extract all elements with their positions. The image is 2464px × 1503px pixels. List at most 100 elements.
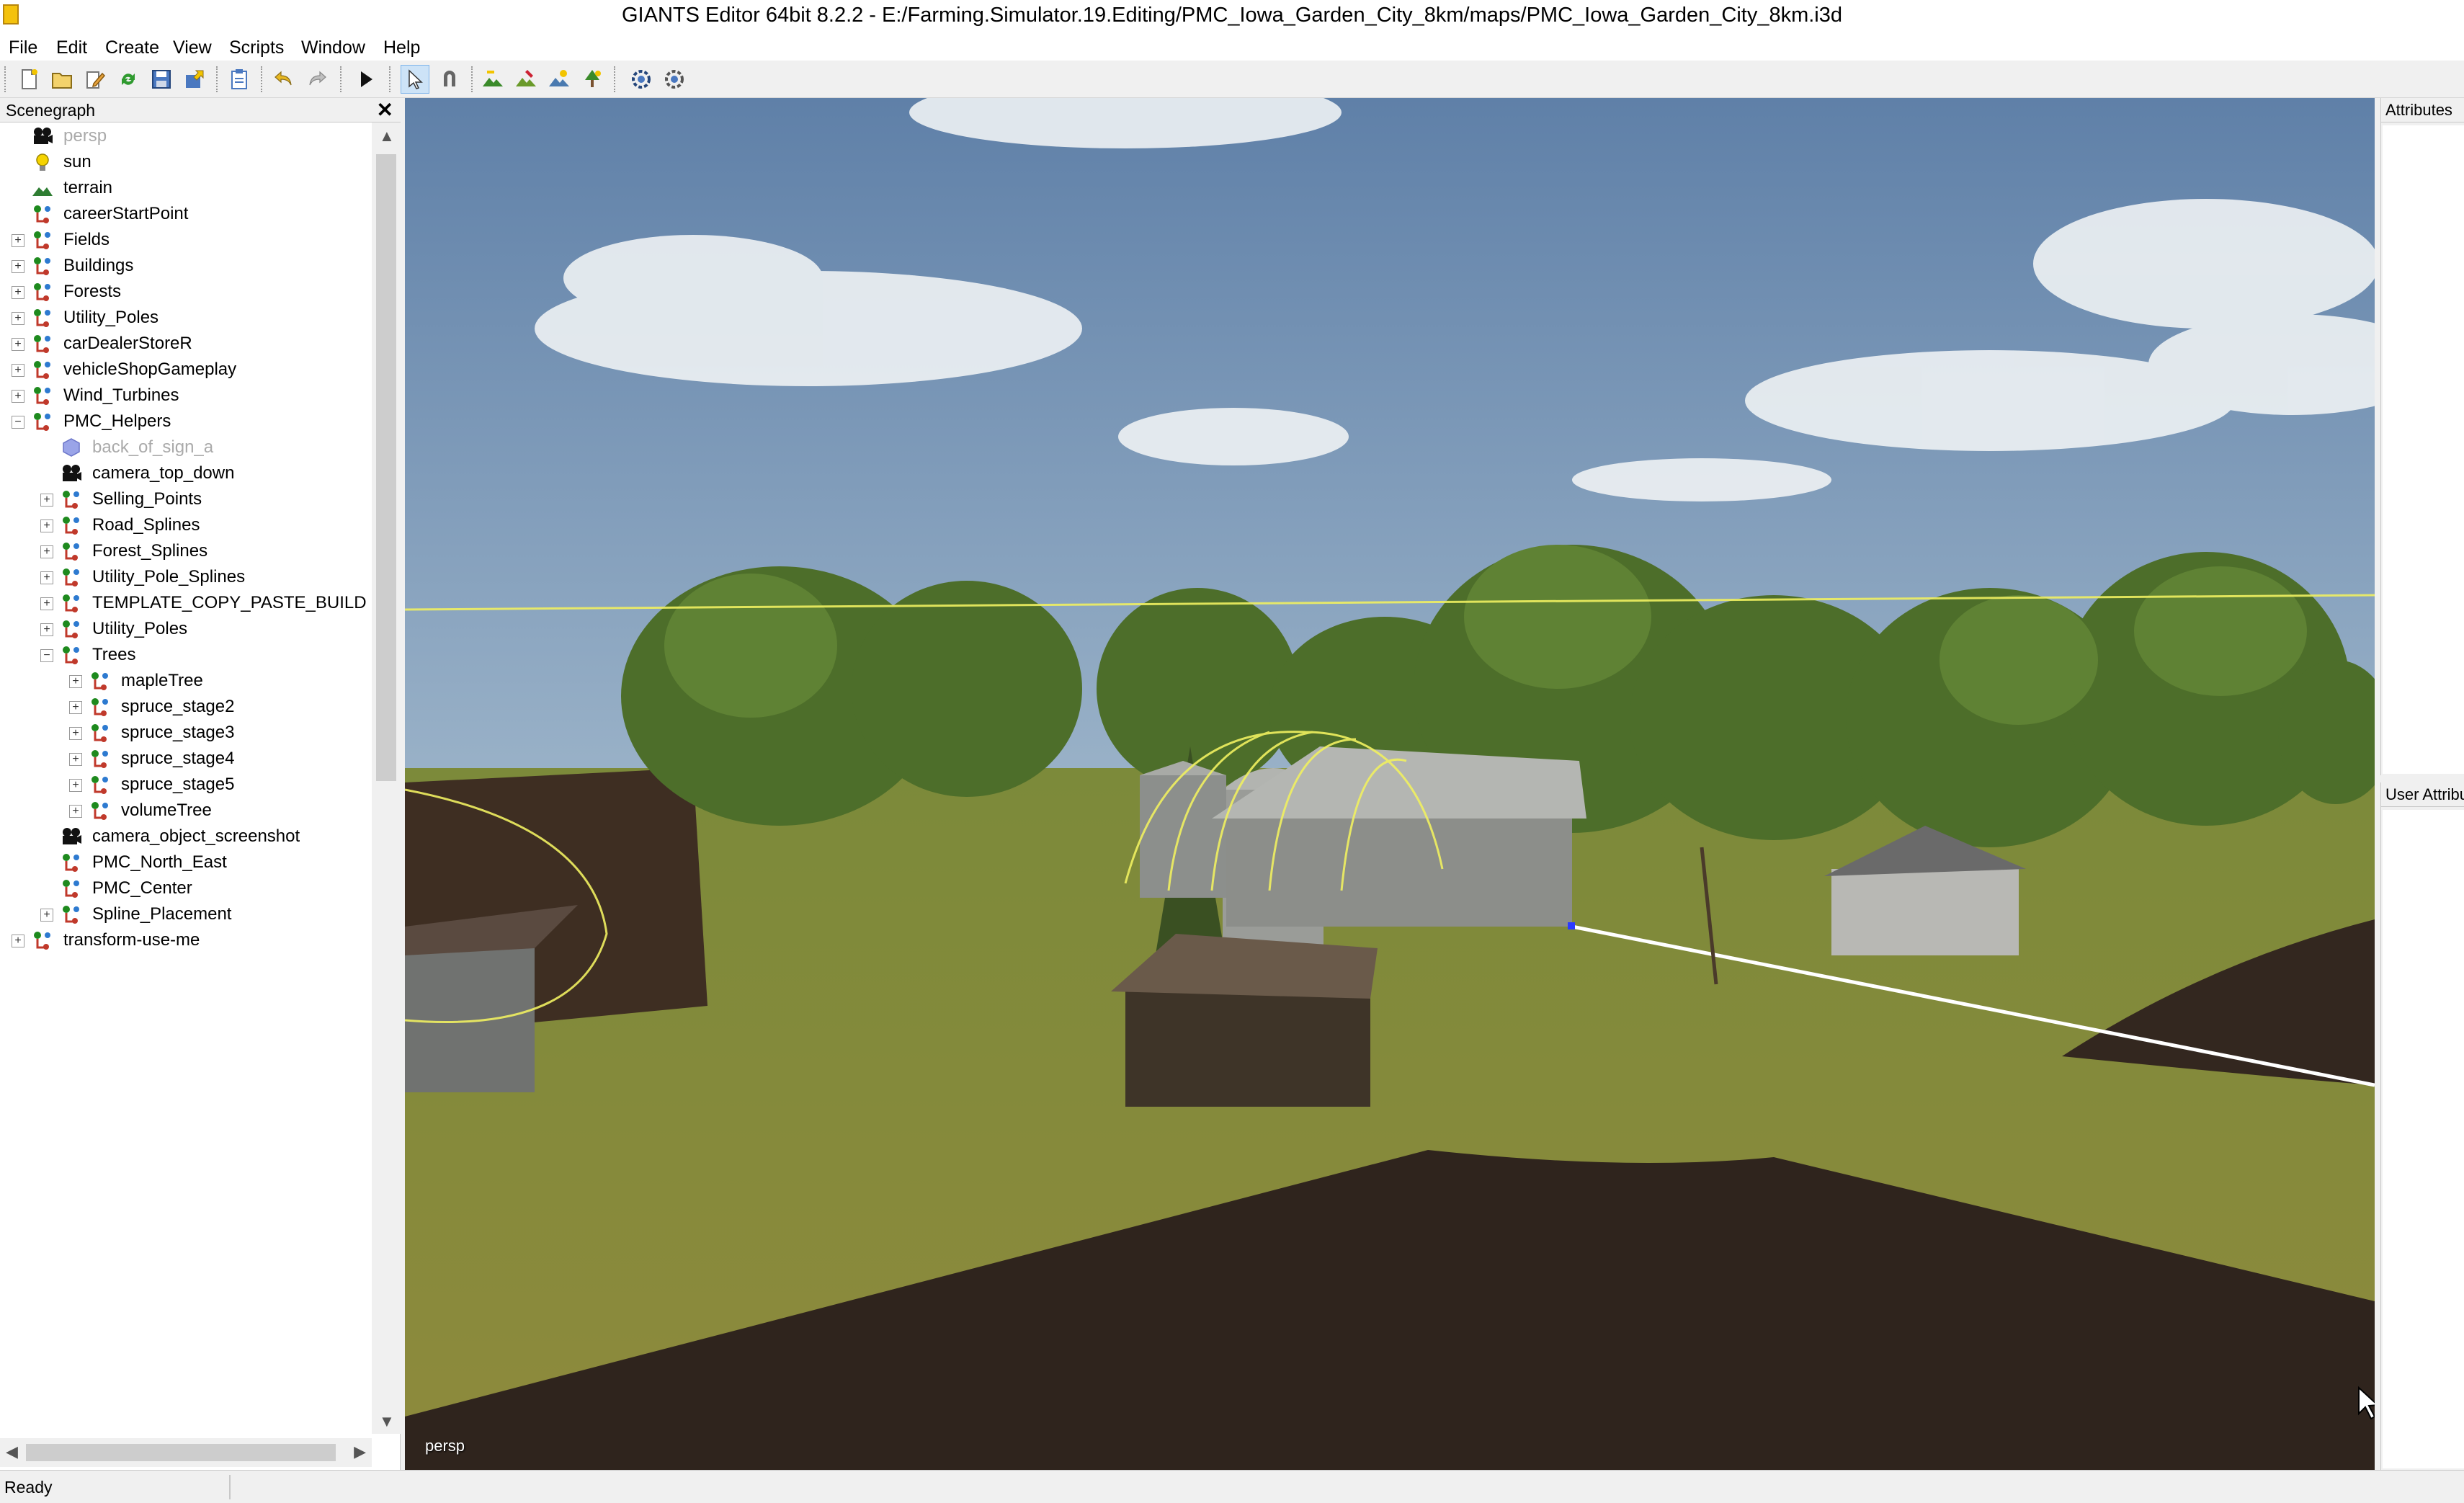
attributes-title[interactable]: Attributes (2381, 98, 2464, 122)
status-divider (229, 1475, 231, 1499)
tree-vertical-scrollbar[interactable]: ▲ ▼ (372, 122, 401, 1434)
expand-icon[interactable]: + (69, 727, 82, 740)
tree-node-label: mapleTree (121, 671, 203, 690)
menu-view[interactable]: View (173, 37, 212, 58)
tree-node-label: Fields (63, 230, 110, 249)
transform-group-icon (32, 229, 53, 251)
camera-icon (61, 463, 82, 484)
window-title: GIANTS Editor 64bit 8.2.2 - E:/Farming.S… (621, 4, 1843, 27)
expand-icon[interactable]: + (12, 935, 24, 947)
transform-group-icon (32, 203, 53, 225)
status-bar: Ready (0, 1470, 2464, 1503)
scroll-up-icon[interactable]: ▲ (379, 127, 395, 146)
menu-window[interactable]: Window (301, 37, 365, 58)
terrain-icon (32, 177, 53, 199)
expand-icon[interactable]: + (40, 519, 53, 532)
expand-icon[interactable]: + (69, 779, 82, 792)
transform-group-icon (32, 359, 53, 380)
transform-group-icon (61, 618, 82, 640)
status-text: Ready (4, 1478, 53, 1497)
tree-node-label: persp (63, 126, 107, 146)
play-icon[interactable] (352, 65, 380, 94)
user-attributes-title[interactable]: User Attributes (2381, 782, 2464, 807)
transform-group-icon (32, 281, 53, 303)
expand-icon[interactable]: + (12, 286, 24, 299)
tree-node-label: Utility_Poles (63, 308, 159, 327)
menu-create[interactable]: Create (105, 37, 159, 58)
menu-scripts[interactable]: Scripts (229, 37, 284, 58)
tree-node-label: careerStartPoint (63, 204, 189, 223)
transform-group-icon (89, 696, 111, 718)
expand-icon[interactable]: + (12, 260, 24, 273)
transform-group-icon (61, 489, 82, 510)
close-icon[interactable]: ✕ (377, 98, 393, 122)
expand-icon[interactable]: + (40, 623, 53, 636)
tree-node-label: spruce_stage2 (121, 697, 235, 716)
scroll-down-icon[interactable]: ▼ (379, 1412, 395, 1431)
tree-node-label: spruce_stage4 (121, 749, 235, 768)
edit-file-icon[interactable] (81, 65, 110, 94)
transform-group-icon (32, 929, 53, 951)
foliage-paint-icon[interactable] (545, 65, 573, 94)
tree-node-label: carDealerStoreR (63, 334, 192, 353)
expand-icon[interactable]: + (40, 909, 53, 922)
transform-group-icon (61, 566, 82, 588)
tree-node-label: PMC_North_East (92, 852, 227, 872)
open-folder-icon[interactable] (48, 65, 76, 94)
export-icon[interactable] (180, 65, 209, 94)
tree-node-label: sun (63, 152, 91, 171)
menu-help[interactable]: Help (383, 37, 420, 58)
scenegraph-header: Scenegraph ✕ (0, 98, 401, 122)
transform-group-icon (61, 904, 82, 925)
tree-horizontal-scrollbar[interactable]: ◀ ▶ (0, 1438, 372, 1467)
settings-gear-icon[interactable] (660, 65, 689, 94)
settings-sync-icon[interactable] (627, 65, 656, 94)
tree-node-label: vehicleShopGameplay (63, 360, 237, 379)
expand-icon[interactable]: + (40, 571, 53, 584)
terrain-sculpt-icon[interactable] (512, 65, 540, 94)
select-mode-icon[interactable] (401, 65, 429, 94)
scroll-left-icon[interactable]: ◀ (6, 1442, 18, 1461)
tree-node-label: Utility_Poles (92, 619, 188, 638)
transform-group-icon (32, 385, 53, 406)
transform-group-icon (61, 878, 82, 899)
menu-edit[interactable]: Edit (56, 37, 87, 58)
collapse-icon[interactable]: − (12, 416, 24, 429)
viewport-scene[interactable] (405, 98, 2375, 1470)
spline-point[interactable] (1568, 922, 1575, 929)
tree-node-label: volumeTree (121, 800, 212, 820)
tree-node-label: Buildings (63, 256, 134, 275)
scroll-thumb-horizontal[interactable] (26, 1444, 336, 1461)
expand-icon[interactable]: + (69, 701, 82, 714)
expand-icon[interactable]: + (12, 234, 24, 247)
expand-icon[interactable]: + (69, 753, 82, 766)
expand-icon[interactable]: + (69, 805, 82, 818)
snap-magnet-icon[interactable] (435, 65, 464, 94)
transform-group-icon (89, 800, 111, 821)
expand-icon[interactable]: + (40, 494, 53, 507)
scenegraph-panel: Scenegraph ✕ persp sun terrain careerStartP… (0, 98, 401, 1470)
refresh-icon[interactable] (114, 65, 143, 94)
scroll-thumb[interactable] (376, 154, 396, 781)
save-icon[interactable] (147, 65, 176, 94)
expand-icon[interactable]: + (69, 675, 82, 688)
tree-place-icon[interactable] (578, 65, 607, 94)
3d-viewport[interactable] (405, 98, 2375, 1470)
transform-group-icon (32, 255, 53, 277)
terrain-paint-icon[interactable] (478, 65, 507, 94)
expand-icon[interactable]: + (12, 390, 24, 403)
title-bar: GIANTS Editor 64bit 8.2.2 - E:/Farming.S… (0, 0, 2464, 36)
expand-icon[interactable]: + (12, 338, 24, 351)
expand-icon[interactable]: + (12, 312, 24, 325)
expand-icon[interactable]: + (40, 545, 53, 558)
undo-icon[interactable] (269, 65, 298, 94)
menu-file[interactable]: File (9, 37, 37, 58)
clipboard-icon[interactable] (225, 65, 254, 94)
new-file-icon[interactable] (14, 65, 43, 94)
expand-icon[interactable]: + (40, 597, 53, 610)
scroll-right-icon[interactable]: ▶ (354, 1442, 366, 1461)
expand-icon[interactable]: + (12, 364, 24, 377)
redo-icon[interactable] (303, 65, 331, 94)
collapse-icon[interactable]: − (40, 649, 53, 662)
transform-group-icon (61, 852, 82, 873)
